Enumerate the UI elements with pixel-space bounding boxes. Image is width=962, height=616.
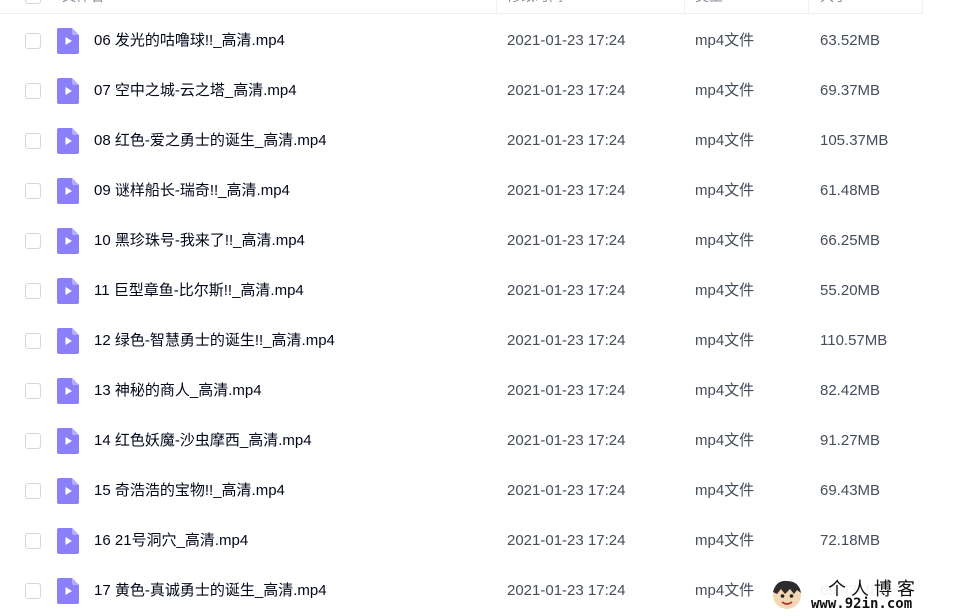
file-modified-time: 2021-01-23 17:24 [507, 582, 626, 599]
file-name[interactable]: 15 奇浩浩的宝物!!_高清.mp4 [94, 466, 285, 516]
file-modified-time: 2021-01-23 17:24 [507, 382, 626, 399]
row-checkbox[interactable] [25, 383, 41, 399]
sort-arrow-icon[interactable] [472, 0, 482, 2]
file-row[interactable]: 06 发光的咕噜球!!_高清.mp4 2021-01-23 17:24 mp4文… [0, 16, 962, 66]
file-size: 72.18MB [820, 532, 881, 549]
file-name[interactable]: 14 红色妖魔-沙虫摩西_高清.mp4 [94, 416, 312, 466]
select-all-checkbox[interactable] [25, 0, 41, 4]
video-file-icon [57, 128, 79, 154]
file-type: mp4文件 [695, 532, 755, 549]
video-file-icon [57, 228, 79, 254]
file-type: mp4文件 [695, 382, 755, 399]
file-type: mp4文件 [695, 32, 755, 49]
file-row[interactable]: 14 红色妖魔-沙虫摩西_高清.mp4 2021-01-23 17:24 mp4… [0, 416, 962, 466]
video-file-icon [57, 578, 79, 604]
file-modified-time: 2021-01-23 17:24 [507, 482, 626, 499]
video-file-icon [57, 78, 79, 104]
row-checkbox[interactable] [25, 233, 41, 249]
file-modified-time: 2021-01-23 17:24 [507, 282, 626, 299]
row-checkbox[interactable] [25, 533, 41, 549]
file-type: mp4文件 [695, 182, 755, 199]
file-row[interactable]: 16 21号洞穴_高清.mp4 2021-01-23 17:24 mp4文件 7… [0, 516, 962, 566]
column-header-type[interactable]: 类型 [695, 0, 723, 14]
file-type: mp4文件 [695, 282, 755, 299]
column-header-size[interactable]: 大小 [820, 0, 848, 14]
file-modified-time: 2021-01-23 17:24 [507, 332, 626, 349]
blog-watermark: 个人博客 www.92in.com [766, 574, 962, 616]
file-size: 69.43MB [820, 482, 881, 499]
column-header-modified[interactable]: 修改时间 [507, 0, 563, 14]
file-type: mp4文件 [695, 132, 755, 149]
file-modified-time: 2021-01-23 17:24 [507, 32, 626, 49]
file-list-header: 文件名 修改时间 类型 大小 [0, 0, 962, 14]
watermark-url: www.92in.com [811, 596, 913, 612]
row-checkbox[interactable] [25, 83, 41, 99]
file-name[interactable]: 17 黄色-真诚勇士的诞生_高清.mp4 [94, 566, 327, 616]
video-file-icon [57, 378, 79, 404]
video-file-icon [57, 28, 79, 54]
row-checkbox[interactable] [25, 283, 41, 299]
file-size: 82.42MB [820, 382, 881, 399]
avatar-icon [773, 580, 801, 609]
file-row[interactable]: 08 红色-爱之勇士的诞生_高清.mp4 2021-01-23 17:24 mp… [0, 116, 962, 166]
file-type: mp4文件 [695, 482, 755, 499]
video-file-icon [57, 478, 79, 504]
file-modified-time: 2021-01-23 17:24 [507, 232, 626, 249]
file-type: mp4文件 [695, 232, 755, 249]
file-size: 69.37MB [820, 82, 881, 99]
file-modified-time: 2021-01-23 17:24 [507, 532, 626, 549]
file-name[interactable]: 11 巨型章鱼-比尔斯!!_高清.mp4 [94, 266, 304, 316]
file-size: 61.48MB [820, 182, 881, 199]
file-row[interactable]: 11 巨型章鱼-比尔斯!!_高清.mp4 2021-01-23 17:24 mp… [0, 266, 962, 316]
column-divider[interactable] [496, 0, 497, 14]
column-header-name[interactable]: 文件名 [62, 0, 104, 14]
file-modified-time: 2021-01-23 17:24 [507, 432, 626, 449]
file-size: 91.27MB [820, 432, 881, 449]
file-type: mp4文件 [695, 332, 755, 349]
file-name[interactable]: 12 绿色-智慧勇士的诞生!!_高清.mp4 [94, 316, 335, 366]
file-row[interactable]: 09 谜样船长-瑞奇!!_高清.mp4 2021-01-23 17:24 mp4… [0, 166, 962, 216]
row-checkbox[interactable] [25, 483, 41, 499]
file-modified-time: 2021-01-23 17:24 [507, 182, 626, 199]
file-type: mp4文件 [695, 582, 755, 599]
row-checkbox[interactable] [25, 183, 41, 199]
video-file-icon [57, 278, 79, 304]
row-checkbox[interactable] [25, 333, 41, 349]
file-list: 06 发光的咕噜球!!_高清.mp4 2021-01-23 17:24 mp4文… [0, 16, 962, 616]
file-name[interactable]: 06 发光的咕噜球!!_高清.mp4 [94, 16, 285, 66]
video-file-icon [57, 178, 79, 204]
row-checkbox[interactable] [25, 33, 41, 49]
file-name[interactable]: 16 21号洞穴_高清.mp4 [94, 516, 248, 566]
video-file-icon [57, 528, 79, 554]
row-checkbox[interactable] [25, 133, 41, 149]
file-size: 55.20MB [820, 282, 881, 299]
file-size: 105.37MB [820, 132, 889, 149]
file-row[interactable]: 12 绿色-智慧勇士的诞生!!_高清.mp4 2021-01-23 17:24 … [0, 316, 962, 366]
file-row[interactable]: 15 奇浩浩的宝物!!_高清.mp4 2021-01-23 17:24 mp4文… [0, 466, 962, 516]
column-divider[interactable] [684, 0, 685, 14]
file-size: 110.57MB [820, 332, 888, 349]
file-size: 66.25MB [820, 232, 881, 249]
file-modified-time: 2021-01-23 17:24 [507, 132, 626, 149]
column-divider[interactable] [808, 0, 809, 14]
file-name[interactable]: 10 黑珍珠号-我来了!!_高清.mp4 [94, 216, 305, 266]
row-checkbox[interactable] [25, 583, 41, 599]
file-row[interactable]: 13 神秘的商人_高清.mp4 2021-01-23 17:24 mp4文件 8… [0, 366, 962, 416]
file-type: mp4文件 [695, 432, 755, 449]
file-row[interactable]: 10 黑珍珠号-我来了!!_高清.mp4 2021-01-23 17:24 mp… [0, 216, 962, 266]
file-modified-time: 2021-01-23 17:24 [507, 82, 626, 99]
file-row[interactable]: 07 空中之城-云之塔_高清.mp4 2021-01-23 17:24 mp4文… [0, 66, 962, 116]
file-size: 63.52MB [820, 32, 881, 49]
file-name[interactable]: 07 空中之城-云之塔_高清.mp4 [94, 66, 297, 116]
file-name[interactable]: 08 红色-爱之勇士的诞生_高清.mp4 [94, 116, 327, 166]
video-file-icon [57, 428, 79, 454]
file-type: mp4文件 [695, 82, 755, 99]
file-name[interactable]: 13 神秘的商人_高清.mp4 [94, 366, 262, 416]
right-panel-edge [922, 0, 962, 14]
row-checkbox[interactable] [25, 433, 41, 449]
file-name[interactable]: 09 谜样船长-瑞奇!!_高清.mp4 [94, 166, 290, 216]
video-file-icon [57, 328, 79, 354]
